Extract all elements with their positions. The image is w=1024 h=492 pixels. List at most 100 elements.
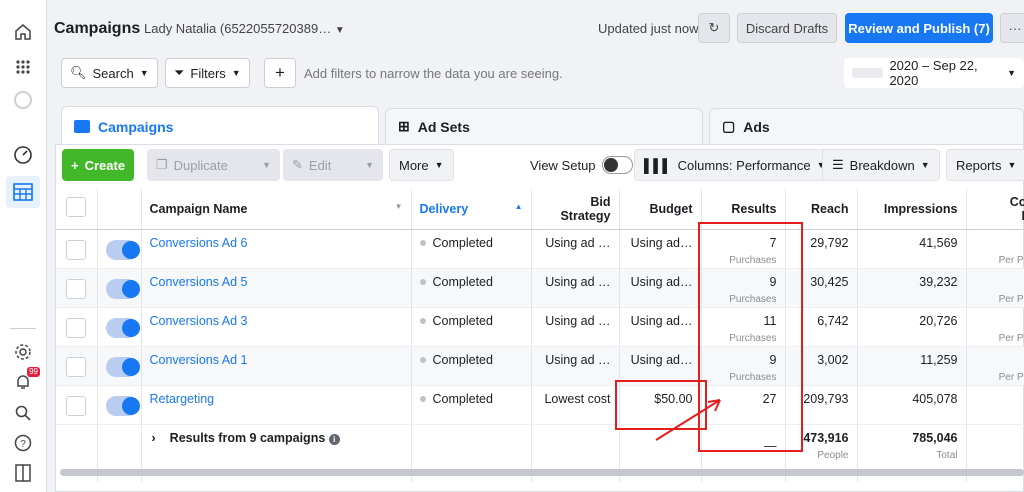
more-options-button[interactable]: ···	[1000, 13, 1024, 43]
duplicate-button[interactable]: ❐ Duplicate ▼	[147, 149, 280, 181]
row-select-cell	[56, 229, 98, 269]
campaign-toggle[interactable]	[105, 239, 140, 260]
cost-cell: $3 Per Purc	[966, 307, 1024, 347]
discard-drafts-button[interactable]: Discard Drafts	[737, 13, 837, 43]
budget-cell[interactable]: Using ad…	[619, 268, 702, 308]
delivery-cell: Completed	[411, 346, 532, 386]
campaign-toggle[interactable]	[105, 317, 140, 338]
breakdown-button[interactable]: ☰ Breakdown ▼	[822, 149, 940, 181]
cost-header[interactable]: CostRe	[966, 189, 1024, 230]
table-row[interactable]: Conversions Ad 6 Completed Using ad … Using…	[56, 229, 1024, 269]
chevron-down-icon: ▼	[139, 68, 149, 78]
tab-campaigns[interactable]: Campaigns	[61, 106, 379, 146]
account-name: Lady Natalia (6522055720389…	[144, 21, 332, 36]
add-filter-button[interactable]: +	[264, 58, 296, 88]
row-toggle-cell	[97, 385, 142, 425]
status-dot-icon	[419, 396, 426, 403]
chevron-down-icon: ▼	[231, 68, 241, 78]
breakdown-icon: ☰	[832, 157, 844, 172]
campaign-name[interactable]: Conversions Ad 1	[141, 346, 412, 386]
row-checkbox[interactable]	[66, 395, 87, 416]
duplicate-label: Duplicate	[173, 157, 228, 173]
table-row[interactable]: Conversions Ad 5 Completed Using ad … Using…	[56, 268, 1024, 308]
reports-label: Reports	[956, 157, 1002, 173]
view-setup-label: View Setup	[530, 157, 596, 173]
tab-ads[interactable]: ▢ Ads	[709, 108, 1024, 144]
row-select-cell	[56, 385, 98, 425]
cost-value: $3	[975, 314, 1024, 328]
toggle-header	[97, 189, 142, 230]
ads-manager-table-icon[interactable]	[6, 176, 40, 208]
campaigns-panel: + Create ❐ Duplicate ▼ ✎ Edit ▼ More ▼ View Se…	[55, 144, 1024, 492]
campaign-name[interactable]: Retargeting	[141, 385, 412, 425]
row-checkbox[interactable]	[66, 239, 87, 260]
sidebar-toggle-icon[interactable]	[10, 460, 36, 486]
delivery-cell: Completed	[411, 385, 532, 425]
select-all-checkbox[interactable]	[66, 197, 87, 218]
cost-value: $3	[975, 353, 1024, 367]
review-publish-button[interactable]: Review and Publish (7)	[845, 13, 993, 43]
bid-strategy-cell: Lowest cost	[531, 385, 620, 425]
filters-button[interactable]: ⏷ Filters ▼	[165, 58, 250, 88]
cost-type: Per Purc	[998, 332, 1024, 344]
chevron-down-icon: ▼	[365, 160, 374, 170]
row-checkbox[interactable]	[66, 356, 87, 377]
columns-button[interactable]: ▌▌▌Columns: Performance▼	[634, 149, 836, 181]
campaign-name[interactable]: Conversions Ad 5	[141, 268, 412, 308]
totals-impressions-sub: Total	[936, 449, 958, 461]
account-selector[interactable]: Lady Natalia (6522055720389… ▼	[144, 21, 345, 36]
create-label: Create	[84, 157, 126, 173]
budget-header[interactable]: Budget	[619, 189, 702, 230]
budget-cell[interactable]: Using ad…	[619, 307, 702, 347]
budget-cell[interactable]: Using ad…	[619, 229, 702, 269]
view-setup-toggle[interactable]: View Setup	[521, 149, 642, 181]
chevron-right-icon: ›	[151, 430, 156, 445]
campaign-name[interactable]: Conversions Ad 3	[141, 307, 412, 347]
home-icon[interactable]	[10, 19, 36, 45]
horizontal-scrollbar[interactable]	[60, 469, 1024, 476]
delivery-status: Completed	[432, 391, 493, 406]
row-checkbox[interactable]	[66, 278, 87, 299]
campaign-toggle[interactable]	[105, 278, 140, 299]
pencil-icon: ✎	[292, 157, 303, 172]
table-row[interactable]: Conversions Ad 3 Completed Using ad … Using…	[56, 307, 1024, 347]
table-row[interactable]: Retargeting Completed Lowest cost $50.00 27 2…	[56, 385, 1024, 425]
svg-text:?: ?	[20, 439, 26, 450]
campaign-toggle[interactable]	[105, 356, 140, 377]
delivery-header[interactable]: Delivery ▲	[411, 189, 532, 230]
impressions-cell: 11,259	[857, 346, 967, 386]
settings-gear-icon[interactable]	[10, 339, 36, 365]
refresh-icon: ↻	[708, 20, 720, 35]
campaign-toggle[interactable]	[105, 395, 140, 416]
date-range-picker[interactable]: 2020 – Sep 22, 2020 ▼	[844, 58, 1024, 88]
row-checkbox[interactable]	[66, 317, 87, 338]
status-dot-icon	[419, 357, 426, 364]
apps-grid-icon[interactable]	[10, 54, 36, 80]
campaign-name-header[interactable]: Campaign Name ▼	[141, 189, 412, 230]
edit-button[interactable]: ✎ Edit ▼	[283, 149, 383, 181]
notifications-bell-icon[interactable]: 99	[10, 367, 40, 395]
campaign-name[interactable]: Conversions Ad 6	[141, 229, 412, 269]
bid-strategy-cell: Using ad …	[531, 268, 620, 308]
status-dot-icon	[419, 318, 426, 325]
status-dot-icon	[419, 240, 426, 247]
search-icon[interactable]	[10, 400, 36, 426]
dashboard-gauge-icon[interactable]	[10, 142, 36, 168]
row-toggle-cell	[97, 268, 142, 308]
left-nav-rail: 99 ?	[0, 0, 47, 492]
cost-cell: $9	[966, 385, 1024, 425]
table-row[interactable]: Conversions Ad 1 Completed Using ad … Using…	[56, 346, 1024, 386]
date-range-label: 2020 – Sep 22, 2020	[889, 58, 978, 88]
help-icon[interactable]: ?	[10, 430, 36, 456]
more-button[interactable]: More ▼	[389, 149, 454, 181]
view-setup-switch[interactable]	[601, 156, 633, 174]
bid-strategy-header[interactable]: Bid Strategy	[531, 189, 620, 230]
campaigns-icon	[74, 120, 90, 133]
cost-type: Per Purc	[998, 371, 1024, 383]
search-button[interactable]: 🔍︎ Search ▼	[61, 58, 158, 88]
create-button[interactable]: + Create	[62, 149, 135, 181]
impressions-header[interactable]: Impressions	[857, 189, 967, 230]
refresh-button[interactable]: ↻	[698, 13, 730, 43]
reports-button[interactable]: Reports ▼	[946, 149, 1024, 181]
tab-ad-sets[interactable]: ⊞ Ad Sets	[385, 108, 703, 144]
